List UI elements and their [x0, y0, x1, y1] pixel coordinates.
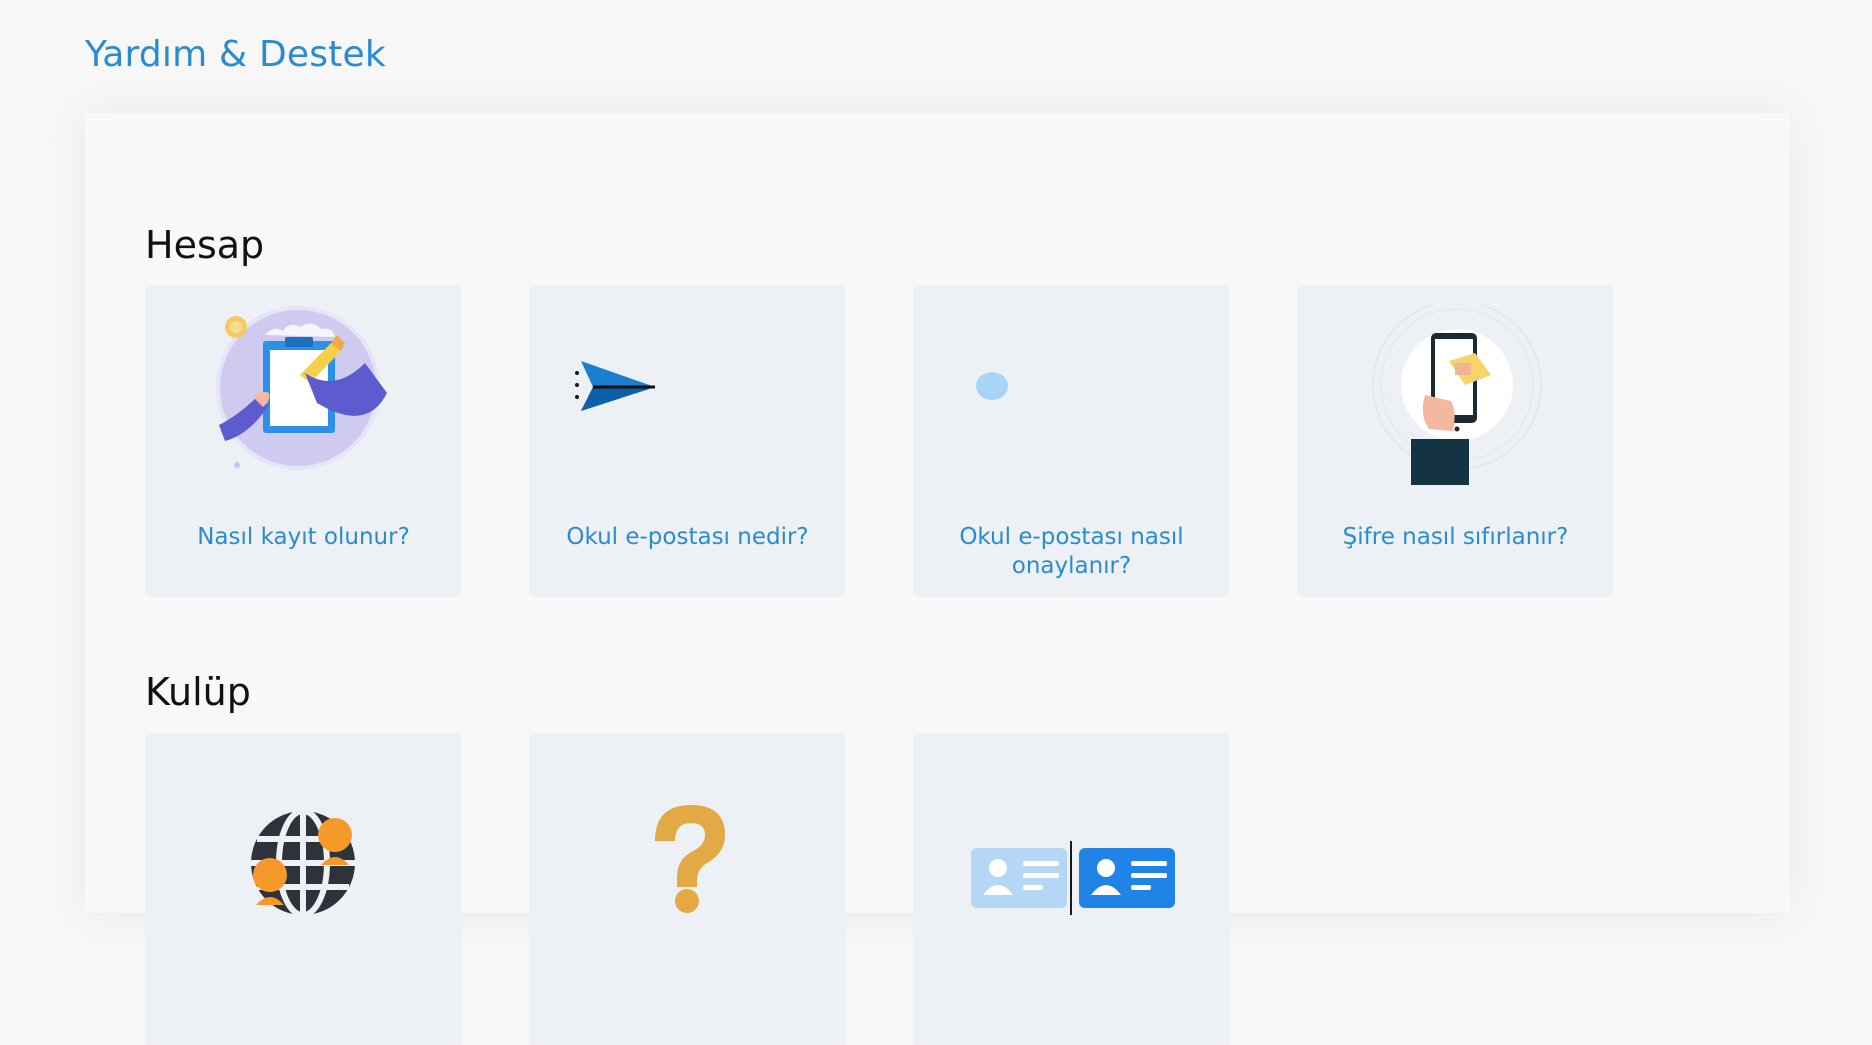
card-password-reset[interactable]: Şifre nasıl sıfırlanır? [1297, 285, 1614, 597]
card-school-email-what[interactable]: Okul e-postası nedir? [529, 285, 846, 597]
help-panel: Hesap Nasıl kayıt olunur? Okul e-postası… [85, 113, 1790, 1045]
section-title-hesap: Hesap [145, 223, 265, 267]
card-how-to-register[interactable]: Nasıl kayıt olunur? [145, 285, 462, 597]
globe-people-icon [251, 808, 355, 918]
card-label: Okul e-postası nasıl onaylanır? [959, 524, 1184, 579]
paper-plane-icon [575, 361, 655, 411]
card-club-questions[interactable] [529, 733, 846, 1045]
question-mark-icon [655, 805, 725, 913]
card-label: Nasıl kayıt olunur? [197, 524, 410, 550]
blue-dot-icon [976, 372, 1008, 400]
phone-reset-illustration [1372, 305, 1542, 485]
section-title-kulup: Kulüp [145, 670, 251, 714]
card-club-globe[interactable] [145, 733, 462, 1045]
card-school-email-verify[interactable]: Okul e-postası nasıl onaylanır? [913, 285, 1230, 597]
card-label: Okul e-postası nedir? [566, 524, 809, 550]
id-cards-icon [971, 841, 1175, 915]
card-club-id[interactable] [913, 733, 1230, 1045]
page-title: Yardım & Destek [85, 34, 386, 75]
card-label: Şifre nasıl sıfırlanır? [1342, 524, 1569, 550]
registration-clipboard-illustration [216, 306, 387, 470]
